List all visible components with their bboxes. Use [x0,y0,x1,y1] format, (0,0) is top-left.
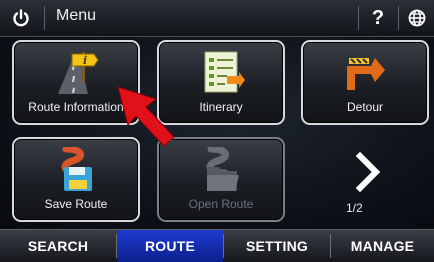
tab-manage[interactable]: MANAGE [331,230,434,262]
save-route-icon [61,147,92,191]
power-icon [13,9,29,27]
bottom-tab-bar: SEARCH ROUTE SETTING MANAGE [0,229,434,262]
help-button[interactable]: ? [360,0,396,36]
help-icon: ? [371,6,385,29]
tab-route[interactable]: ROUTE [117,230,223,262]
divider [358,6,359,30]
pointer-arrow-icon [117,86,175,147]
save-route-button[interactable]: Save Route [12,137,140,222]
language-button[interactable] [400,0,434,36]
itinerary-button[interactable]: Itinerary [157,40,285,125]
chevron-right-icon[interactable] [348,150,388,194]
top-bar: Menu ? [0,0,434,37]
svg-text:i: i [83,54,87,67]
tab-setting[interactable]: SETTING [224,230,330,262]
divider [398,6,399,30]
itinerary-icon [204,51,245,93]
page-indicator: 1/2 [346,201,363,215]
detour-button[interactable]: Detour [301,40,429,125]
page-title: Menu [56,7,97,24]
open-route-button[interactable]: Open Route [157,137,285,222]
tile-label: Detour [346,100,384,114]
tile-label: Save Route [44,197,108,211]
open-route-icon [206,147,239,191]
tile-label: Open Route [188,197,254,211]
detour-icon [347,58,385,90]
power-button[interactable] [6,0,36,36]
tile-label: Itinerary [199,100,243,114]
tab-search[interactable]: SEARCH [0,230,116,262]
divider [44,6,45,30]
route-info-icon: i [58,52,99,94]
menu-grid: i Route Information Itinerary Detour Sav… [0,37,434,228]
globe-icon [408,9,426,27]
